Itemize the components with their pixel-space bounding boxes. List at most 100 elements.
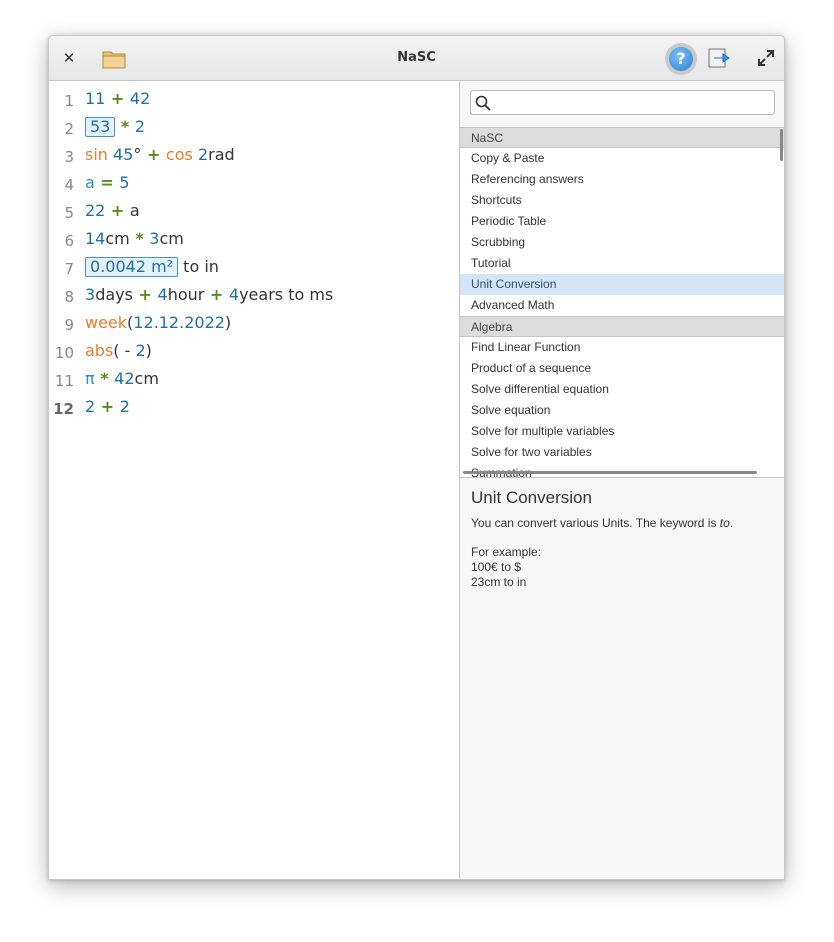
search-input[interactable]: [495, 92, 769, 114]
code-token: *: [129, 229, 150, 248]
search-box[interactable]: [470, 90, 775, 115]
topic-list-item[interactable]: Tutorial: [460, 253, 784, 274]
code-token: cm: [105, 229, 130, 248]
line-number: 1: [64, 92, 74, 110]
editor-line[interactable]: 8 3days + 4hour + 4years to ms: [49, 283, 459, 311]
topic-list-horizontal-scrollbar[interactable]: [463, 471, 757, 474]
code-token: 2: [134, 117, 146, 136]
editor-line[interactable]: 5 22 + a: [49, 199, 459, 227]
app-window: ✕ NaSC ? 1 11 + 42 2 53 * 2 3 sin 45° + cos 2…: [48, 35, 785, 880]
topic-example-1: 100€ to $: [471, 560, 522, 574]
code-token: 4: [228, 285, 240, 304]
help-button[interactable]: ?: [665, 43, 697, 75]
topic-list-item[interactable]: Solve for two variables: [460, 442, 784, 463]
line-code[interactable]: 3days + 4hour + 4years to ms: [85, 285, 333, 304]
code-token: 42: [129, 89, 151, 108]
code-token: hour: [167, 285, 205, 304]
topic-intro: You can convert various Units. The keywo…: [471, 516, 734, 530]
code-token: 22: [85, 201, 106, 220]
editor-line[interactable]: 1 11 + 42: [49, 87, 459, 115]
line-number: 5: [64, 204, 74, 222]
code-token: 11: [85, 89, 106, 108]
titlebar: ✕ NaSC ?: [49, 36, 784, 81]
export-icon[interactable]: [708, 48, 730, 68]
topic-list-item[interactable]: Find Linear Function: [460, 337, 784, 358]
result-reference[interactable]: 0.0042 m²: [85, 257, 179, 277]
topic-list-item[interactable]: Scrubbing: [460, 232, 784, 253]
code-token: rad: [208, 145, 235, 164]
editor-line[interactable]: 10 abs( - 2): [49, 339, 459, 367]
code-token: π: [85, 369, 95, 388]
editor-line[interactable]: 11 π * 42cm: [49, 367, 459, 395]
code-token: to in: [178, 257, 219, 276]
code-token: cm: [159, 229, 184, 248]
topic-list-item[interactable]: Referencing answers: [460, 169, 784, 190]
code-token: 42: [114, 369, 135, 388]
editor-line[interactable]: 9 week(12.12.2022): [49, 311, 459, 339]
line-number: 12: [53, 400, 74, 418]
result-reference[interactable]: 53: [85, 117, 116, 137]
topic-list-item[interactable]: Unit Conversion: [460, 274, 784, 295]
editor-line[interactable]: 7 0.0042 m² to in: [49, 255, 459, 283]
editor-line[interactable]: 4a = 5: [49, 171, 459, 199]
maximize-icon[interactable]: [757, 49, 775, 67]
line-code[interactable]: abs( - 2): [85, 341, 152, 360]
code-token: 45: [113, 145, 134, 164]
line-number: 7: [64, 260, 74, 278]
editor-pane[interactable]: 1 11 + 42 2 53 * 2 3 sin 45° + cos 2rad 4 a = 5…: [49, 81, 459, 879]
line-code[interactable]: sin 45° + cos 2rad: [85, 145, 235, 164]
editor-line[interactable]: 3 sin 45° + cos 2rad: [49, 143, 459, 171]
code-token: a: [129, 201, 140, 220]
close-icon[interactable]: ✕: [59, 48, 79, 68]
folder-icon[interactable]: [102, 48, 126, 70]
topic-list-item[interactable]: Periodic Table: [460, 211, 784, 232]
line-code[interactable]: 11 + 42: [85, 89, 150, 108]
code-token: 2: [119, 397, 130, 416]
code-token: +: [141, 145, 166, 164]
line-code[interactable]: π * 42cm: [85, 369, 159, 388]
search-icon: [475, 95, 491, 111]
topic-list-item[interactable]: Solve for multiple variables: [460, 421, 784, 442]
code-token: 5: [119, 173, 130, 192]
topic-category-header: NaSC: [460, 127, 784, 148]
line-code[interactable]: 0.0042 m² to in: [85, 257, 219, 277]
editor-line[interactable]: 6 14cm * 3cm: [49, 227, 459, 255]
code-token: *: [94, 369, 115, 388]
code-token: cos: [165, 145, 198, 164]
topic-list[interactable]: NaSC Copy & Paste Referencing answers Short…: [460, 127, 784, 478]
code-token: 2: [135, 341, 146, 360]
line-code[interactable]: 2 + 2: [85, 397, 130, 416]
editor-line[interactable]: 2 53 * 2: [49, 115, 459, 143]
topic-list-item[interactable]: Product of a sequence: [460, 358, 784, 379]
topic-keyword: to: [719, 516, 730, 530]
line-code[interactable]: a = 5: [85, 173, 130, 192]
code-token: 12.12.2022: [133, 313, 225, 332]
code-token: 14: [85, 229, 106, 248]
topic-example-2: 23cm to in: [471, 575, 527, 589]
code-token: ): [145, 341, 152, 360]
line-number: 11: [54, 372, 74, 390]
code-token: +: [105, 89, 130, 108]
topic-list-vertical-scrollbar[interactable]: [780, 129, 783, 161]
topic-example-label: For example:: [471, 545, 542, 559]
topic-list-item[interactable]: Solve differential equation: [460, 379, 784, 400]
line-number: 6: [64, 232, 74, 250]
line-code[interactable]: week(12.12.2022): [85, 313, 231, 332]
code-token: +: [204, 285, 229, 304]
topic-list-item[interactable]: Copy & Paste: [460, 148, 784, 169]
topic-list-item[interactable]: Shortcuts: [460, 190, 784, 211]
topic-list-item[interactable]: Advanced Math: [460, 295, 784, 316]
code-token: *: [115, 117, 135, 136]
code-token: sin: [85, 145, 114, 164]
code-token: ): [224, 313, 232, 332]
code-token: 3: [149, 229, 160, 248]
editor-line[interactable]: 12 2 + 2: [49, 395, 459, 423]
line-code[interactable]: 53 * 2: [85, 117, 145, 137]
code-token: week: [85, 313, 128, 332]
code-token: cm: [134, 369, 159, 388]
topic-list-item[interactable]: Solve equation: [460, 400, 784, 421]
topic-description: Unit Conversion You can convert various …: [460, 478, 784, 600]
code-token: ( -: [113, 341, 136, 360]
line-code[interactable]: 22 + a: [85, 201, 140, 220]
line-code[interactable]: 14cm * 3cm: [85, 229, 184, 248]
